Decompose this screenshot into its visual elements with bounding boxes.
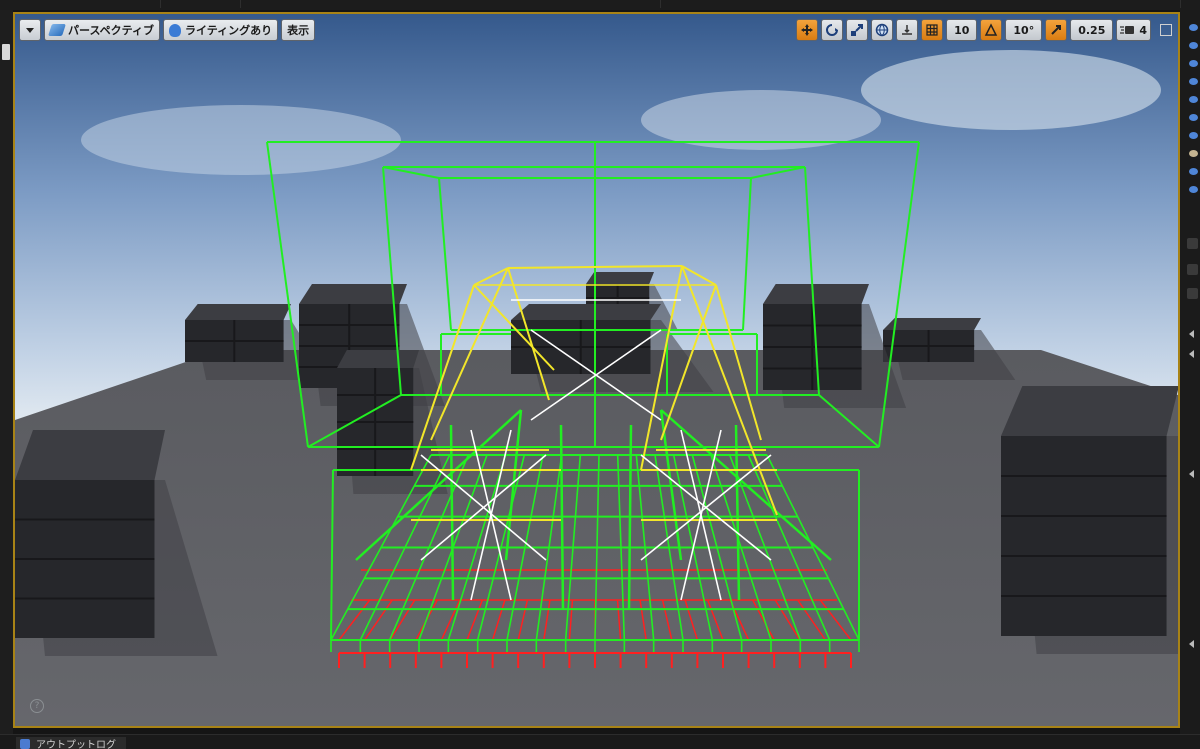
block-top — [15, 430, 165, 480]
grid-icon — [926, 24, 938, 36]
block-top — [337, 350, 419, 368]
surface-snap-icon — [902, 25, 913, 35]
grid-snap-value-label: 10 — [954, 23, 970, 37]
output-log-tab[interactable]: アウトプットログ — [16, 737, 126, 749]
grid-snap-value[interactable]: 10 — [946, 19, 978, 41]
left-panel-rail — [0, 10, 13, 734]
panel-collapse-handle[interactable] — [2, 44, 10, 60]
view-mode-button[interactable]: パースペクティブ — [44, 19, 161, 41]
block-top — [511, 304, 661, 320]
coordinate-space-button[interactable] — [871, 19, 894, 41]
block-top — [883, 318, 981, 330]
chevron-down-icon — [26, 27, 34, 33]
visibility-eye-icon[interactable] — [1189, 132, 1198, 139]
visibility-eye-icon[interactable] — [1189, 60, 1198, 67]
scale-snap-value-label: 0.25 — [1078, 23, 1106, 37]
help-icon[interactable]: ? — [30, 699, 44, 713]
block-top — [185, 304, 291, 320]
scale-snap-icon — [1051, 25, 1062, 35]
visibility-eye-icon[interactable] — [1189, 168, 1198, 175]
angle-icon — [985, 23, 998, 36]
scale-snap-toggle[interactable] — [1045, 19, 1068, 41]
translate-mode-button[interactable] — [796, 19, 819, 41]
rotate-mode-button[interactable] — [821, 19, 844, 41]
camera-speed-icon — [1120, 26, 1135, 34]
viewport-scene[interactable] — [15, 14, 1178, 726]
show-flags-label: 表示 — [287, 24, 310, 37]
bottom-panel-bar: アウトプットログ — [0, 734, 1200, 749]
level-viewport[interactable]: パースペクティブ ライティングあり 表示 10 10° 0.25 4 ? — [13, 12, 1180, 728]
right-panel-rail — [1180, 10, 1200, 734]
maximize-icon[interactable] — [1160, 24, 1172, 36]
top-tab[interactable] — [520, 0, 661, 8]
block-stack-front-right — [1001, 386, 1178, 654]
cloud — [861, 50, 1161, 130]
scale-icon — [851, 24, 864, 36]
viewport-toolbar-right: 10 10° 0.25 4 — [796, 19, 1172, 41]
details-icon[interactable] — [1187, 288, 1198, 299]
scale-mode-button[interactable] — [846, 19, 869, 41]
lighting-mode-button[interactable]: ライティングあり — [163, 19, 279, 41]
lighting-mode-label: ライティングあり — [185, 24, 273, 37]
details-icon[interactable] — [1187, 238, 1198, 249]
expand-arrow-icon[interactable] — [1189, 640, 1194, 648]
show-flags-button[interactable]: 表示 — [281, 19, 316, 41]
visibility-eye-icon[interactable] — [1189, 96, 1198, 103]
expand-arrow-icon[interactable] — [1189, 470, 1194, 478]
grid-snap-toggle[interactable] — [921, 19, 944, 41]
visibility-eye-icon[interactable] — [1189, 114, 1198, 121]
expand-arrow-icon[interactable] — [1189, 350, 1194, 358]
output-log-label: アウトプットログ — [36, 740, 116, 749]
viewport-toolbar-left: パースペクティブ ライティングあり 表示 — [19, 19, 316, 41]
rotate-icon — [826, 24, 839, 36]
top-menu-strip — [0, 0, 1200, 10]
camera-speed-button[interactable]: 4 — [1116, 19, 1151, 41]
surface-snap-button[interactable] — [896, 19, 919, 41]
editor-window: パースペクティブ ライティングあり 表示 10 10° 0.25 4 ? アウト… — [0, 0, 1200, 749]
visibility-eye-icon[interactable] — [1189, 42, 1198, 49]
block-top — [299, 284, 407, 304]
rotation-snap-value[interactable]: 10° — [1005, 19, 1043, 41]
output-log-icon — [20, 738, 30, 749]
block-top — [1001, 386, 1178, 436]
expand-arrow-icon[interactable] — [1189, 330, 1194, 338]
scale-snap-value[interactable]: 0.25 — [1070, 19, 1114, 41]
block-face — [1001, 436, 1167, 636]
details-icon[interactable] — [1187, 264, 1198, 275]
top-tab[interactable] — [0, 0, 161, 8]
top-tab[interactable] — [1020, 0, 1181, 8]
rotation-snap-value-label: 10° — [1013, 23, 1035, 37]
translate-icon — [801, 24, 814, 36]
perspective-icon — [48, 24, 66, 36]
visibility-eye-icon[interactable] — [1189, 24, 1198, 31]
top-tab[interactable] — [160, 0, 241, 8]
rotation-snap-toggle[interactable] — [980, 19, 1003, 41]
visibility-eye-icon[interactable] — [1189, 150, 1198, 157]
block-top — [763, 284, 869, 304]
viewport-options-button[interactable] — [19, 19, 41, 41]
camera-speed-value-label: 4 — [1139, 23, 1147, 37]
view-mode-label: パースペクティブ — [68, 24, 155, 37]
world-icon — [875, 23, 889, 37]
lighting-icon — [169, 23, 182, 37]
visibility-eye-icon[interactable] — [1189, 186, 1198, 193]
block-top — [586, 272, 654, 284]
visibility-eye-icon[interactable] — [1189, 78, 1198, 85]
cloud — [81, 105, 401, 175]
